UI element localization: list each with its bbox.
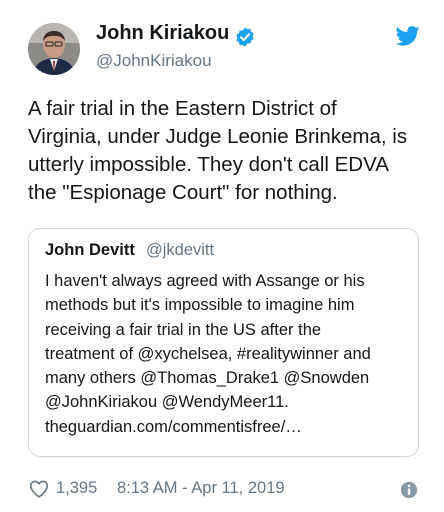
quoted-text-line: @JohnKiriakou @WendyMeer11. bbox=[45, 393, 289, 412]
quoted-text-line: I haven't always agreed with Assange or … bbox=[45, 272, 365, 290]
avatar[interactable] bbox=[28, 23, 80, 75]
twitter-bird-icon[interactable] bbox=[396, 25, 420, 47]
quoted-text-line: many others @Thomas_Drake1 @Snowden bbox=[45, 369, 370, 388]
tweet-text-line: the "Espionage Court" for nothing. bbox=[28, 181, 338, 204]
info-icon[interactable] bbox=[400, 481, 418, 499]
tweet-timestamp[interactable]: 8:13 AM - Apr 11, 2019 bbox=[117, 479, 285, 498]
quoted-text-line: methods but it's impossible to imagine h… bbox=[45, 296, 355, 315]
author-name[interactable]: John Kiriakou bbox=[96, 22, 229, 45]
like-count[interactable]: 1,395 bbox=[56, 479, 97, 498]
tweet-text-line: Virginia, under Judge Leonie Brinkema, i… bbox=[28, 125, 408, 148]
tweet-text-line: A fair trial in the Eastern District of bbox=[28, 97, 337, 120]
tweet-text: A fair trial in the Eastern District of … bbox=[28, 95, 428, 207]
quoted-tweet[interactable]: John Devitt @jkdevitt I haven't always a… bbox=[28, 228, 419, 457]
quoted-author-handle: @jkdevitt bbox=[146, 241, 215, 259]
avatar-portrait-icon bbox=[28, 23, 80, 75]
tweet-card: John Kiriakou @JohnKiriakou A fair trial… bbox=[0, 0, 444, 512]
author-handle[interactable]: @JohnKiriakou bbox=[96, 51, 212, 71]
tweet-text-line: utterly impossible. They don't call EDVA bbox=[28, 153, 389, 176]
heart-icon[interactable] bbox=[28, 478, 50, 500]
tweet-footer: 1,395 8:13 AM - Apr 11, 2019 bbox=[28, 478, 424, 500]
quoted-author-name: John Devitt bbox=[45, 241, 135, 259]
quoted-link[interactable]: theguardian.com/commentisfree/… bbox=[45, 415, 371, 439]
quoted-tweet-text: I haven't always agreed with Assange or … bbox=[45, 269, 371, 439]
quoted-text-line: receiving a fair trial in the US after t… bbox=[45, 320, 322, 339]
verified-badge-icon bbox=[236, 27, 254, 47]
quoted-text-line: treatment of @xychelsea, #realitywinner … bbox=[45, 344, 371, 363]
